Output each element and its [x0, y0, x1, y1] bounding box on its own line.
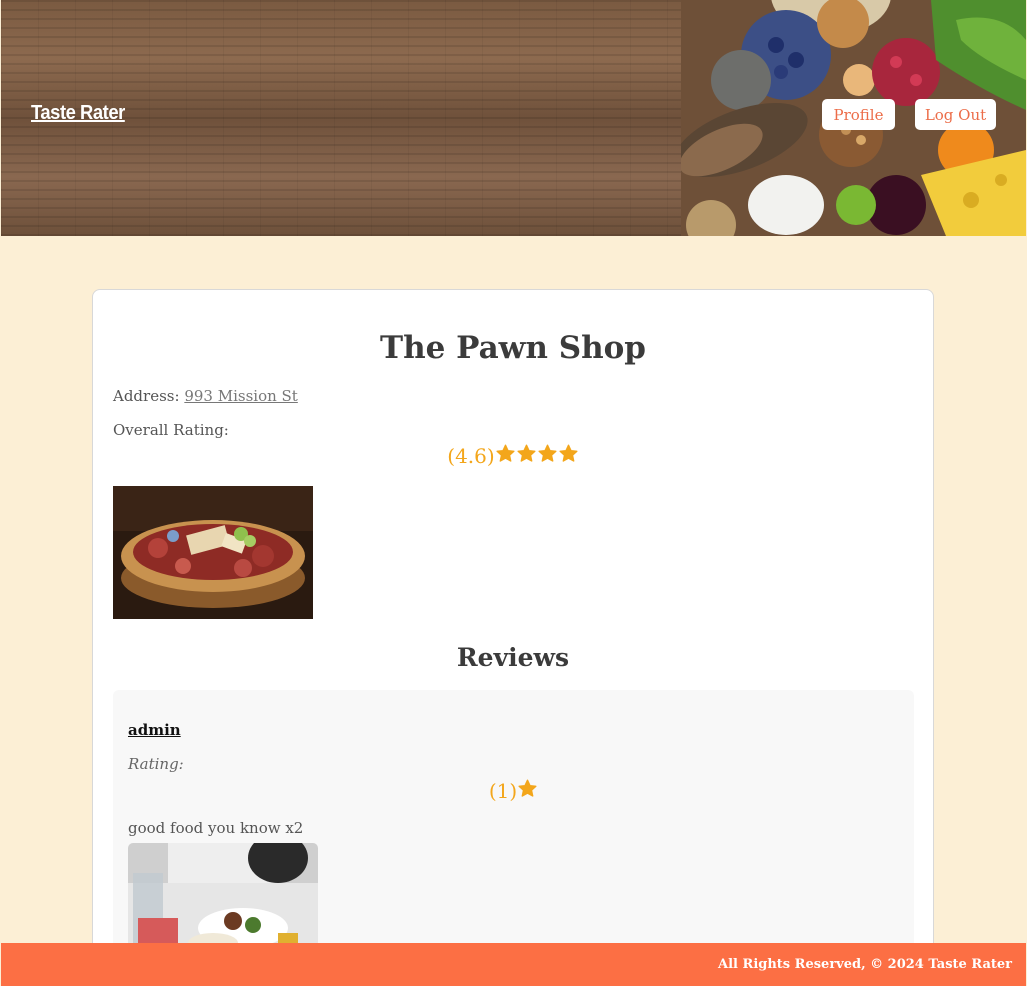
footer: All Rights Reserved, © 2024 Taste Rater	[1, 943, 1026, 986]
star-icon	[537, 443, 558, 464]
review-card: admin Rating: (1) good food you know x2	[113, 690, 914, 986]
restaurant-title: The Pawn Shop	[380, 330, 646, 366]
star-icon	[558, 443, 579, 464]
address-link[interactable]: 993 Mission St	[184, 387, 298, 405]
reviewer-username-link[interactable]: admin	[128, 721, 181, 739]
overall-rating-label: Overall Rating:	[113, 421, 229, 439]
brand-logo-link[interactable]: Taste Rater	[31, 102, 125, 125]
address-row: Address: 993 Mission St	[113, 387, 298, 405]
logout-button[interactable]: Log Out	[915, 99, 996, 130]
footer-copyright: All Rights Reserved, © 2024 Taste Rater	[718, 957, 1012, 972]
header-banner: Taste Rater Profile Log Out	[1, 0, 1026, 236]
overall-rating-value: (4.6)	[447, 444, 495, 468]
star-icon	[495, 443, 516, 464]
review-rating-label: Rating:	[128, 755, 184, 773]
profile-button[interactable]: Profile	[822, 99, 895, 130]
address-label: Address:	[113, 387, 180, 405]
review-photo	[128, 843, 318, 953]
review-text: good food you know x2	[128, 819, 304, 837]
overall-rating: (4.6)	[93, 443, 933, 468]
reviews-heading: Reviews	[456, 643, 570, 672]
star-icon	[516, 443, 537, 464]
review-rating-value: (1)	[488, 779, 518, 803]
star-icon	[517, 778, 538, 799]
review-rating: (1)	[113, 778, 914, 803]
restaurant-card: The Pawn Shop Address: 993 Mission St Ov…	[92, 289, 934, 986]
restaurant-photo	[113, 486, 313, 619]
